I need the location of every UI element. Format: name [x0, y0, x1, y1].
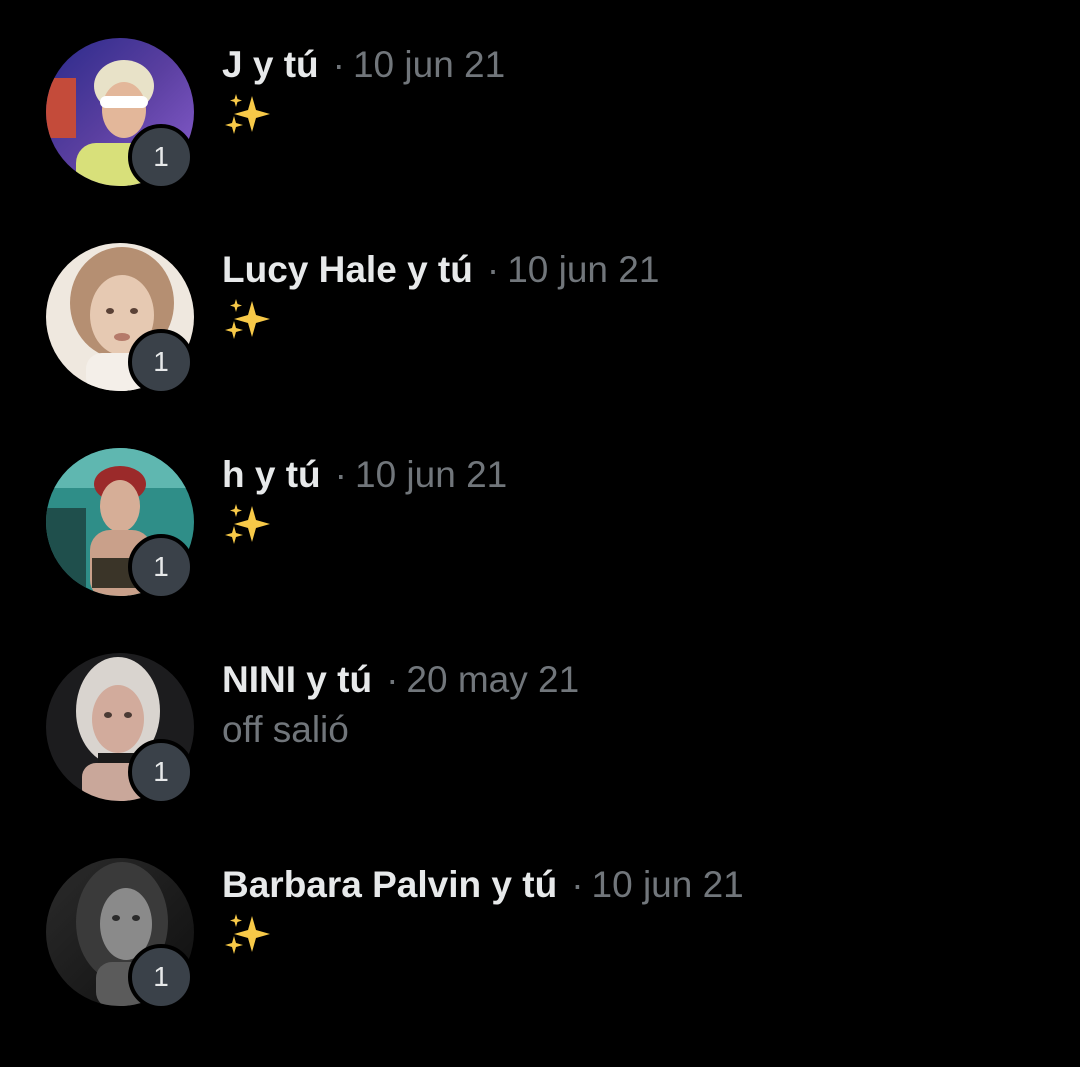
avatar-container[interactable]: 1: [46, 858, 196, 1010]
conversation-name: h y tú: [222, 454, 321, 495]
sparkles-icon: [225, 504, 270, 545]
conversation-text[interactable]: J y tú · 10 jun 21: [222, 40, 1042, 140]
avatar-container[interactable]: 1: [46, 38, 196, 190]
unread-count-badge: 1: [128, 944, 194, 1010]
avatar-container[interactable]: 1: [46, 448, 196, 600]
conversation-date: 10 jun 21: [507, 249, 660, 290]
conversation-row[interactable]: 1 Barbara Palvin y tú · 10 jun 21: [0, 858, 1080, 1063]
conversation-header: NINI y tú · 20 may 21: [222, 655, 1042, 705]
conversation-name: Barbara Palvin y tú: [222, 864, 558, 905]
unread-count-badge: 1: [128, 329, 194, 395]
conversation-date: 20 may 21: [406, 659, 580, 700]
conversation-row[interactable]: 1 h y tú · 10 jun 21: [0, 448, 1080, 653]
conversation-text[interactable]: NINI y tú · 20 may 21 off salió: [222, 655, 1042, 755]
avatar-container[interactable]: 1: [46, 243, 196, 395]
conversation-header: Barbara Palvin y tú · 10 jun 21: [222, 860, 1042, 910]
conversation-row[interactable]: 1 Lucy Hale y tú · 10 jun 21: [0, 243, 1080, 448]
conversation-text[interactable]: Lucy Hale y tú · 10 jun 21: [222, 245, 1042, 345]
separator-dot: ·: [486, 249, 500, 290]
conversation-row[interactable]: 1 J y tú · 10 jun 21: [0, 38, 1080, 243]
conversation-text[interactable]: h y tú · 10 jun 21: [222, 450, 1042, 550]
conversation-name: J y tú: [222, 44, 319, 85]
message-preview: [222, 910, 1042, 960]
sparkles-icon: [225, 914, 270, 955]
separator-dot: ·: [332, 44, 345, 85]
conversation-name: NINI y tú: [222, 659, 373, 700]
message-preview: off salió: [222, 709, 349, 750]
conversation-date: 10 jun 21: [591, 864, 744, 905]
conversation-text[interactable]: Barbara Palvin y tú · 10 jun 21: [222, 860, 1042, 960]
message-preview: [222, 295, 1042, 345]
separator-dot: ·: [386, 659, 399, 700]
message-preview: [222, 500, 1042, 550]
separator-dot: ·: [571, 864, 584, 905]
sparkles-icon: [225, 299, 270, 340]
message-preview: [222, 90, 1042, 140]
conversation-header: Lucy Hale y tú · 10 jun 21: [222, 245, 1042, 295]
conversation-header: h y tú · 10 jun 21: [222, 450, 1042, 500]
conversation-date: 10 jun 21: [352, 44, 506, 85]
separator-dot: ·: [334, 454, 347, 495]
conversation-date: 10 jun 21: [355, 454, 508, 495]
conversation-row[interactable]: 1 NINI y tú · 20 may 21 off salió: [0, 653, 1080, 858]
unread-count-badge: 1: [128, 534, 194, 600]
unread-count-badge: 1: [128, 124, 194, 190]
conversation-header: J y tú · 10 jun 21: [222, 40, 1042, 90]
conversation-name: Lucy Hale y tú: [222, 249, 473, 290]
unread-count-badge: 1: [128, 739, 194, 805]
conversation-list: 1 J y tú · 10 jun 21 1 Lucy Hale y tú · …: [0, 0, 1080, 1067]
sparkles-icon: [225, 94, 270, 135]
avatar-container[interactable]: 1: [46, 653, 196, 805]
